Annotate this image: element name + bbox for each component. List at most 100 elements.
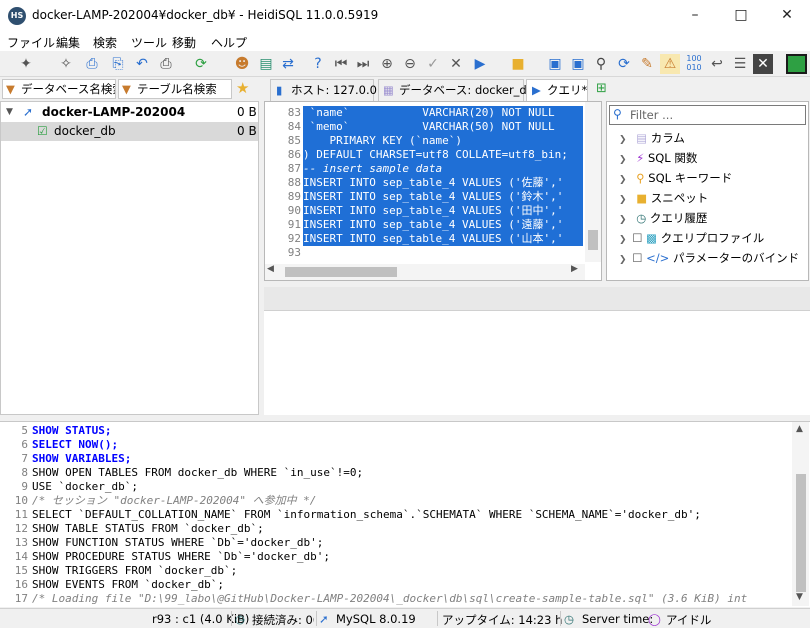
line-number-gutter: 83 84 85 86 87 88 89 90 91 92 93	[265, 102, 303, 262]
helper-item-sql-keywords[interactable]: ❯ ⚲ SQL キーワード	[611, 168, 732, 188]
chevron-down-icon[interactable]: ▼	[6, 103, 13, 122]
editor-vertical-scrollbar[interactable]	[585, 102, 601, 262]
undo-icon[interactable]: ↶	[132, 54, 152, 74]
transfer-icon[interactable]: ⇄	[278, 54, 298, 74]
editor-horizontal-scrollbar[interactable]: ◀ ▶	[265, 264, 585, 280]
filter-input[interactable]: ⚲ Filter ...	[609, 105, 806, 125]
log-line: 10/* セッション "docker-LAMP-202004" へ参加中 */	[14, 494, 317, 507]
menu-edit[interactable]: 編集	[56, 34, 80, 51]
menu-navigate[interactable]: 移動	[172, 34, 196, 51]
cancel-icon[interactable]: ✕	[446, 54, 466, 74]
log-line: 15 SHOW TRIGGERS FROM `docker_db`;	[14, 564, 238, 577]
replace-icon[interactable]: ⟳	[614, 54, 634, 74]
chevron-right-icon[interactable]: ❯	[619, 135, 627, 145]
copy-icon[interactable]: ⎙	[82, 54, 102, 74]
first-icon[interactable]: ⏮	[331, 54, 351, 74]
results-header	[264, 287, 810, 311]
export-icon[interactable]: ▤	[256, 54, 276, 74]
server-icon: ➚	[23, 105, 34, 119]
open-file-icon[interactable]: ■	[508, 54, 528, 74]
users-icon[interactable]: ☻	[232, 54, 252, 74]
run-icon[interactable]: ▶	[470, 54, 490, 74]
helper-item-bind-parameters[interactable]: ❯ ☐ </> パラメーターのバインド	[611, 248, 799, 268]
chevron-right-icon[interactable]: ❯	[619, 175, 627, 185]
binary-icon[interactable]: 100 010	[684, 54, 704, 74]
code-line: INSERT INTO sep_table_4 VALUES ('遠藤','	[303, 218, 583, 232]
save-as-icon[interactable]: ▣	[568, 54, 588, 74]
format-icon[interactable]: ✎	[637, 54, 657, 74]
tab-query[interactable]: ▶ クエリ*	[526, 79, 588, 101]
helper-item-query-profile[interactable]: ❯ ☐ ▩ クエリプロファイル	[611, 228, 764, 248]
log-line: 6 SELECT NOW();	[21, 438, 119, 451]
scroll-right-icon[interactable]: ▶	[571, 264, 578, 274]
wrap-icon[interactable]: ↩	[707, 54, 727, 74]
chevron-right-icon[interactable]: ❯	[619, 155, 627, 165]
scroll-thumb[interactable]	[588, 230, 598, 250]
paste-icon[interactable]: ⎘	[108, 54, 128, 74]
scroll-thumb[interactable]	[796, 474, 806, 592]
tree-item-database[interactable]: ☑ docker_db 0 B	[1, 122, 258, 141]
favorite-star-icon[interactable]: ★	[236, 79, 249, 97]
chevron-right-icon[interactable]: ❯	[619, 195, 627, 205]
delete-icon[interactable]: ⊖	[400, 54, 420, 74]
apply-icon[interactable]: ✓	[423, 54, 443, 74]
database-icon: ▦	[383, 83, 394, 97]
find-icon[interactable]: ⚲	[591, 54, 611, 74]
help-icon[interactable]: ?	[308, 54, 328, 74]
helper-item-sql-functions[interactable]: ❯ ⚡ SQL 関数	[611, 148, 697, 168]
checkbox-icon[interactable]: ☐	[632, 231, 642, 245]
scroll-down-icon[interactable]: ▼	[796, 592, 803, 602]
scroll-up-icon[interactable]: ▲	[796, 424, 803, 434]
log-vertical-scrollbar[interactable]: ▲ ▼	[792, 422, 809, 606]
log-line: 14 SHOW PROCEDURE STATUS WHERE `Db`='dock…	[14, 550, 331, 563]
query-editor[interactable]: 83 84 85 86 87 88 89 90 91 92 93 `name` …	[264, 101, 602, 281]
log-line: 9 USE `docker_db`;	[21, 480, 138, 493]
menu-file[interactable]: ファイル	[7, 34, 55, 51]
close-button[interactable]: ✕	[764, 0, 810, 31]
checkbox-icon[interactable]: ☐	[632, 251, 642, 265]
refresh-icon[interactable]: ⟳	[191, 54, 211, 74]
menu-search[interactable]: 検索	[93, 34, 117, 51]
stop-icon[interactable]: ✕	[753, 54, 773, 74]
chevron-right-icon[interactable]: ❯	[619, 255, 627, 265]
window-title: docker-LAMP-202004¥docker_db¥ - HeidiSQL…	[32, 8, 379, 22]
chevron-right-icon[interactable]: ❯	[619, 235, 627, 245]
align-icon[interactable]: ☰	[730, 54, 750, 74]
helper-item-columns[interactable]: ❯ ▤ カラム	[611, 128, 685, 148]
db-search-tab[interactable]: ▼ データベース名検索	[2, 79, 116, 99]
print-icon[interactable]: ⎙	[156, 54, 176, 74]
log-line: 16 SHOW EVENTS FROM `docker_db`;	[14, 578, 225, 591]
disconnect-icon[interactable]: ✧	[56, 54, 76, 74]
menu-tools[interactable]: ツール	[131, 34, 167, 51]
tab-database[interactable]: ▦ データベース: docker_db	[378, 79, 534, 101]
connection-status-indicator	[786, 54, 807, 74]
connection-status: 接続済み: 00	[252, 613, 314, 627]
log-line: 12 SHOW TABLE STATUS FROM `docker_db`;	[14, 522, 264, 535]
add-icon[interactable]: ⊕	[377, 54, 397, 74]
code-line: `name` VARCHAR(20) NOT NULL	[303, 106, 583, 120]
scroll-thumb[interactable]	[285, 267, 397, 277]
key-icon: ⚲	[636, 171, 645, 185]
tab-host[interactable]: ▮ ホスト: 127.0.0.1	[270, 79, 388, 101]
new-query-tab-icon[interactable]: ⊞	[596, 81, 607, 96]
save-icon[interactable]: ▣	[545, 54, 565, 74]
last-icon[interactable]: ⏭	[353, 54, 373, 74]
filter-icon: ▼	[6, 82, 15, 96]
sql-log[interactable]: 5 SHOW STATUS; 6 SELECT NOW(); 7 SHOW VARIA…	[0, 421, 810, 607]
server-time: Server time:	[582, 612, 654, 626]
menu-help[interactable]: ヘルプ	[211, 34, 247, 51]
minimize-button[interactable]: –	[672, 0, 718, 31]
chevron-right-icon[interactable]: ❯	[619, 215, 627, 225]
results-grid[interactable]	[264, 311, 810, 415]
connect-icon[interactable]: ✦	[16, 54, 36, 74]
tree-item-session[interactable]: ▼ ➚ docker-LAMP-202004 0 B	[1, 103, 258, 122]
status-divider	[316, 611, 317, 626]
clock-icon: ◷	[564, 612, 575, 626]
helper-item-snippets[interactable]: ❯ ■ スニペット	[611, 188, 708, 208]
warning-icon[interactable]: ⚠	[660, 54, 680, 74]
helper-item-query-history[interactable]: ❯ ◷ クエリ履歴	[611, 208, 707, 228]
table-search-tab[interactable]: ▼ テーブル名検索	[118, 79, 232, 99]
scroll-left-icon[interactable]: ◀	[267, 264, 274, 274]
maximize-button[interactable]: □	[718, 0, 764, 31]
